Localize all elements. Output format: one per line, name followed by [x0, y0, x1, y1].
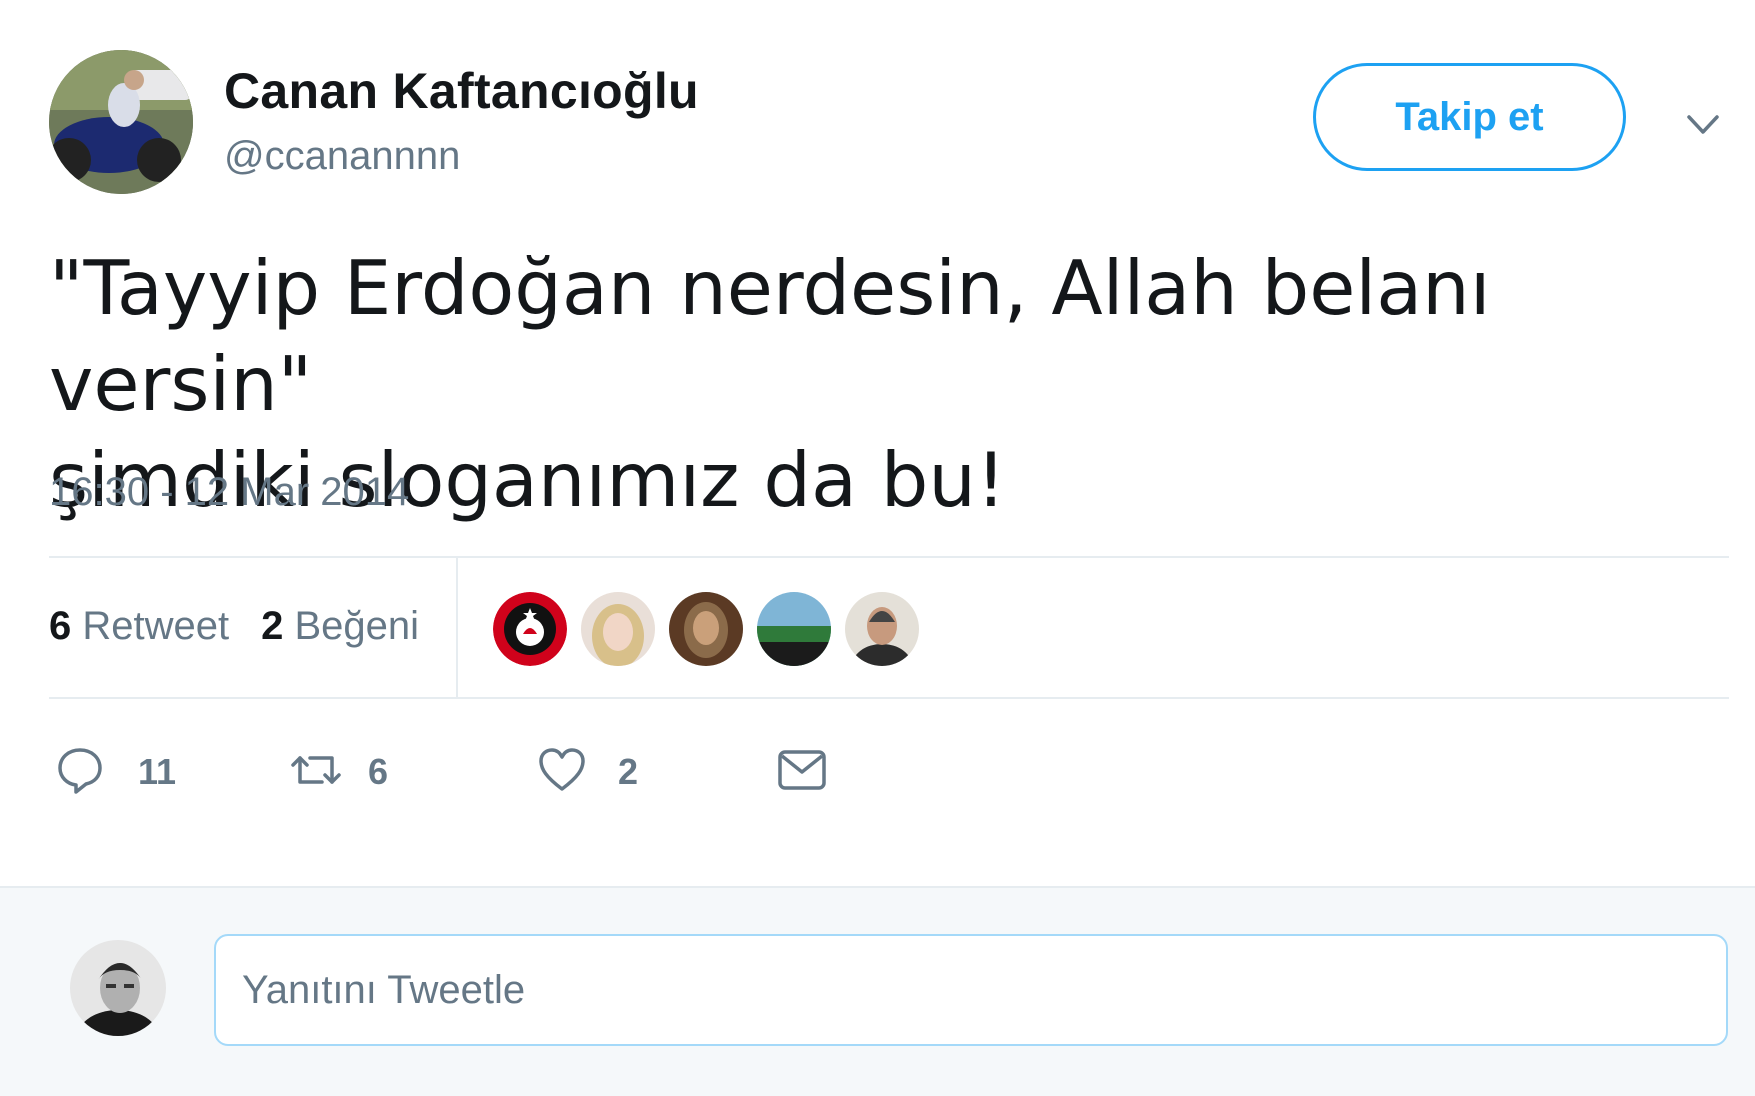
direct-message-action[interactable]: [776, 744, 828, 800]
like-stat-count: 2: [261, 604, 284, 648]
liker-avatars: [493, 592, 919, 666]
author-avatar[interactable]: [49, 50, 193, 194]
retweet-stat-label: Retweet: [82, 604, 230, 648]
heart-icon: [536, 744, 588, 801]
divider: [456, 558, 458, 697]
retweet-action[interactable]: 6: [290, 744, 388, 800]
follow-button[interactable]: Takip et: [1313, 63, 1626, 171]
retweet-count: 6: [368, 751, 389, 792]
liker-avatar[interactable]: [845, 592, 919, 666]
tweet-stats: 6 Retweet 2 Beğeni: [49, 604, 419, 649]
like-stat-label: Beğeni: [294, 604, 420, 648]
divider: [49, 556, 1729, 558]
reply-count: 11: [138, 751, 177, 792]
tweet-timestamp[interactable]: 16:30 - 12 Mar 2014: [49, 470, 409, 515]
retweet-icon: [290, 744, 342, 801]
reply-composer: Yanıtını Tweetle: [0, 886, 1755, 1096]
liker-avatar[interactable]: [669, 592, 743, 666]
liker-avatar[interactable]: [757, 592, 831, 666]
tweet-text-line-1: "Tayyip Erdoğan nerdesin, Allah belanı v…: [49, 244, 1491, 428]
retweet-stat[interactable]: 6 Retweet: [49, 604, 229, 649]
chevron-down-icon[interactable]: [1683, 105, 1723, 145]
reply-action[interactable]: 11: [54, 744, 176, 800]
author-name[interactable]: Canan Kaftancıoğlu: [224, 62, 699, 120]
like-stat[interactable]: 2 Beğeni: [261, 604, 419, 649]
user-avatar[interactable]: [70, 940, 166, 1036]
reply-input[interactable]: Yanıtını Tweetle: [214, 934, 1728, 1046]
like-action[interactable]: 2: [536, 744, 638, 800]
divider: [49, 697, 1729, 699]
tweet-card: Canan Kaftancıoğlu @ccanannnn Takip et "…: [0, 0, 1755, 886]
liker-avatar[interactable]: [581, 592, 655, 666]
like-count: 2: [618, 751, 639, 792]
envelope-icon: [776, 744, 828, 801]
author-handle[interactable]: @ccanannnn: [224, 134, 460, 179]
liker-avatar[interactable]: [493, 592, 567, 666]
reply-icon: [54, 744, 106, 801]
retweet-stat-count: 6: [49, 604, 72, 648]
